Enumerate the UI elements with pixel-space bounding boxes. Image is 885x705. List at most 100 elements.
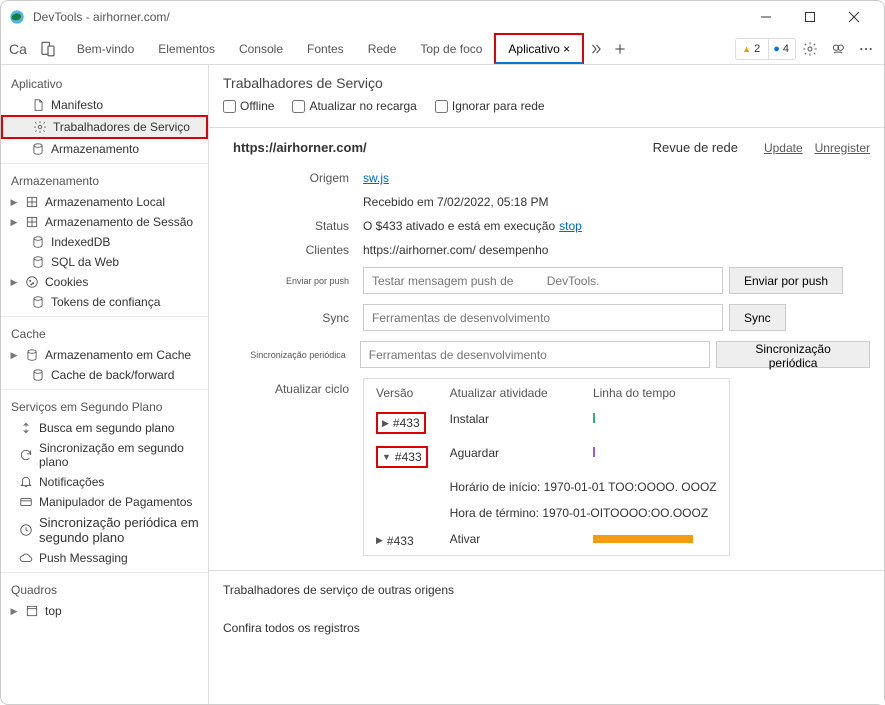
sidebar-item-websql[interactable]: SQL da Web [1,252,208,272]
see-all-registrations[interactable]: Confira todos os registros [209,609,884,647]
sidebar-item-bgfetch[interactable]: Busca em segundo plano [1,418,208,438]
feedback-icon[interactable] [830,41,846,57]
push-input[interactable] [363,267,723,294]
tab-application[interactable]: Aplicativo × [494,33,584,64]
maximize-button[interactable] [788,2,832,32]
sidebar-label: Tokens de confiança [51,295,160,309]
inspect-label: Ca [5,41,31,57]
timeline-tick [593,413,595,423]
bypass-sw-checkbox[interactable]: Ignorar para rede [435,99,545,113]
info-count[interactable]: 4 [768,39,793,59]
tab-sources[interactable]: Fontes [295,33,356,64]
settings-icon[interactable] [802,41,818,57]
timeline-bar [593,535,693,543]
sidebar-item-frame-top[interactable]: ▶top [1,601,208,621]
sidebar-label: SQL da Web [51,255,119,269]
sw-panel: Trabalhadores de Serviço Offline Atualiz… [209,65,884,704]
update-link[interactable]: Update [764,141,803,155]
origin-label: Origem [233,171,363,185]
unregister-link[interactable]: Unregister [815,141,870,155]
devtools-tabbar: Ca Bem-vindo Elementos Console Fontes Re… [1,33,884,65]
sidebar-label: Sincronização periódica em segundo plano [39,515,204,545]
offline-checkbox[interactable]: Offline [223,99,274,113]
sidebar-item-cache-storage[interactable]: ▶Armazenamento em Cache [1,345,208,365]
activity-wait: Aguardar [440,441,581,473]
sidebar-label: Trabalhadores de Serviço [53,120,190,134]
sidebar-item-notifications[interactable]: Notificações [1,472,208,492]
sw-origin-url: https://airhorner.com/ [233,140,653,155]
end-time: Hora de término: 1970-01-OITOOOO:OO.OOOZ [440,501,727,525]
sidebar-header-cache: Cache [1,321,208,345]
minimize-button[interactable] [744,2,788,32]
new-tab-button[interactable] [608,37,632,61]
tab-console[interactable]: Console [227,33,295,64]
sidebar-label: Armazenamento em Cache [45,348,191,362]
version-chip[interactable]: ▶#433 [376,534,414,548]
version-chip[interactable]: ▼#433 [376,446,428,468]
version-chip[interactable]: ▶#433 [376,412,426,434]
tabs-overflow-icon[interactable] [584,37,608,61]
th-version: Versão [366,381,438,405]
sidebar-item-periodicsync[interactable]: Sincronização periódica em segundo plano [1,512,208,548]
sidebar-item-cookies[interactable]: ▶Cookies [1,272,208,292]
sync-label: Sync [233,311,363,325]
sw-script-link[interactable]: sw.js [363,171,389,185]
close-button[interactable] [832,2,876,32]
more-menu-icon[interactable] [858,41,874,57]
database-icon [31,255,45,269]
periodic-input[interactable] [360,341,710,368]
warnings-count[interactable]: 2 [738,39,764,59]
card-icon [19,495,33,509]
window-titlebar: DevTools - airhorner.com/ [1,1,884,33]
collapse-icon: ▼ [382,452,391,462]
sidebar-item-manifest[interactable]: Manifesto [1,95,208,115]
periodic-button[interactable]: Sincronização periódica [716,341,870,368]
push-label: Enviar por push [233,276,363,286]
sidebar-item-payments[interactable]: Manipulador de Pagamentos [1,492,208,512]
database-icon [31,295,45,309]
sidebar-item-pushmsg[interactable]: Push Messaging [1,548,208,568]
refresh-icon [19,448,33,462]
panel-title: Trabalhadores de Serviço [223,75,870,91]
sidebar-item-storage[interactable]: Armazenamento [1,139,208,159]
clients-text: https://airhorner.com/ desempenho [363,243,870,257]
status-label: Status [233,219,363,233]
sidebar-label: Armazenamento [51,142,139,156]
sidebar-label: Armazenamento Local [45,195,165,209]
tab-topfocus[interactable]: Top de foco [408,33,494,64]
sidebar-label: IndexedDB [51,235,110,249]
sidebar-item-local-storage[interactable]: ▶Armazenamento Local [1,192,208,212]
sidebar-item-bfcache[interactable]: Cache de back/forward [1,365,208,385]
sidebar-item-trust-tokens[interactable]: Tokens de confiança [1,292,208,312]
tab-elements[interactable]: Elementos [146,33,227,64]
sidebar-label: Cache de back/forward [51,368,174,382]
received-timestamp: Recebido em 7/02/2022, 05:18 PM [363,195,870,209]
sync-button[interactable]: Sync [729,304,786,331]
sidebar-header-frames: Quadros [1,577,208,601]
sidebar-label: Push Messaging [39,551,128,565]
edge-icon [9,9,25,25]
issues-badges[interactable]: 2 4 [735,38,796,60]
sidebar-header-storage: Armazenamento [1,168,208,192]
tab-welcome[interactable]: Bem-vindo [65,33,146,64]
push-button[interactable]: Enviar por push [729,267,843,294]
sidebar-item-indexeddb[interactable]: IndexedDB [1,232,208,252]
update-on-reload-checkbox[interactable]: Atualizar no recarga [292,99,416,113]
sidebar-label: Busca em segundo plano [39,421,174,435]
database-icon [31,142,45,156]
sync-input[interactable] [363,304,723,331]
expand-icon: ▶ [382,418,389,429]
bell-icon [19,475,33,489]
stop-link[interactable]: stop [559,219,582,233]
device-toggle-icon[interactable] [39,40,57,58]
activity-install: Instalar [440,407,581,439]
sidebar-item-service-workers[interactable]: Trabalhadores de Serviço [1,115,208,139]
sidebar-item-session-storage[interactable]: ▶Armazenamento de Sessão [1,212,208,232]
tab-network[interactable]: Rede [356,33,409,64]
window-title: DevTools - airhorner.com/ [33,10,744,24]
sidebar-item-bgsync[interactable]: Sincronização em segundo plano [1,438,208,472]
cookie-icon [25,275,39,289]
database-icon [25,348,39,362]
periodic-label: Sincronização periódica [233,350,360,360]
other-origins-row[interactable]: Trabalhadores de serviço de outras orige… [209,570,884,609]
